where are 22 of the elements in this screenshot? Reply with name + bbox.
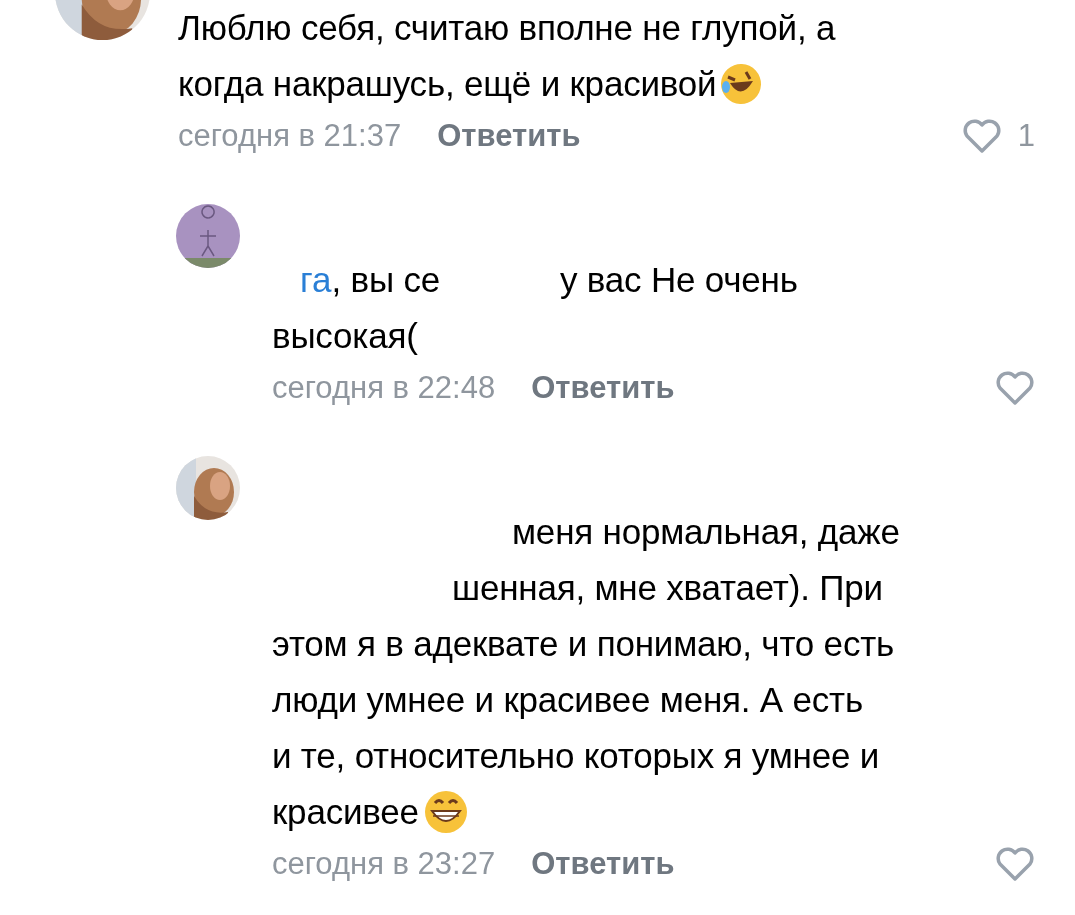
heart-icon[interactable] — [995, 846, 1035, 882]
comment-text: меня нормальная, даже — [512, 512, 900, 552]
comment-text: Люблю себя, считаю вполне не глупой, а — [178, 8, 836, 48]
comment-time: сегодня в 22:48 — [272, 370, 496, 406]
like-count: 1 — [1017, 118, 1035, 154]
comment-text: высокая( — [272, 316, 418, 356]
heart-icon[interactable] — [995, 370, 1035, 406]
comment-text: этом я в адеквате и понимаю, что есть — [272, 624, 895, 664]
comment-time: сегодня в 23:27 — [272, 846, 496, 882]
comment-text: когда накрашусь, ещё и красивой — [178, 64, 717, 104]
comment-text: , вы се — [331, 260, 440, 300]
comment-text: и те, относительно которых я умнее и — [272, 736, 880, 776]
comment-text: у вас Не очень — [559, 260, 798, 300]
reply-link[interactable]: Ответить — [437, 118, 581, 154]
comment-time: сегодня в 21:37 — [178, 118, 402, 154]
reply-link[interactable]: Ответить — [531, 846, 675, 882]
reply-link[interactable]: Ответить — [531, 370, 675, 406]
heart-icon[interactable] — [961, 118, 1002, 154]
comment-text: шенная, мне хватает). При — [452, 568, 883, 608]
comment-text: красивее — [272, 792, 419, 832]
comment-text: люди умнее и красивее меня. А есть — [272, 680, 863, 720]
mention-link[interactable]: га — [272, 260, 332, 300]
